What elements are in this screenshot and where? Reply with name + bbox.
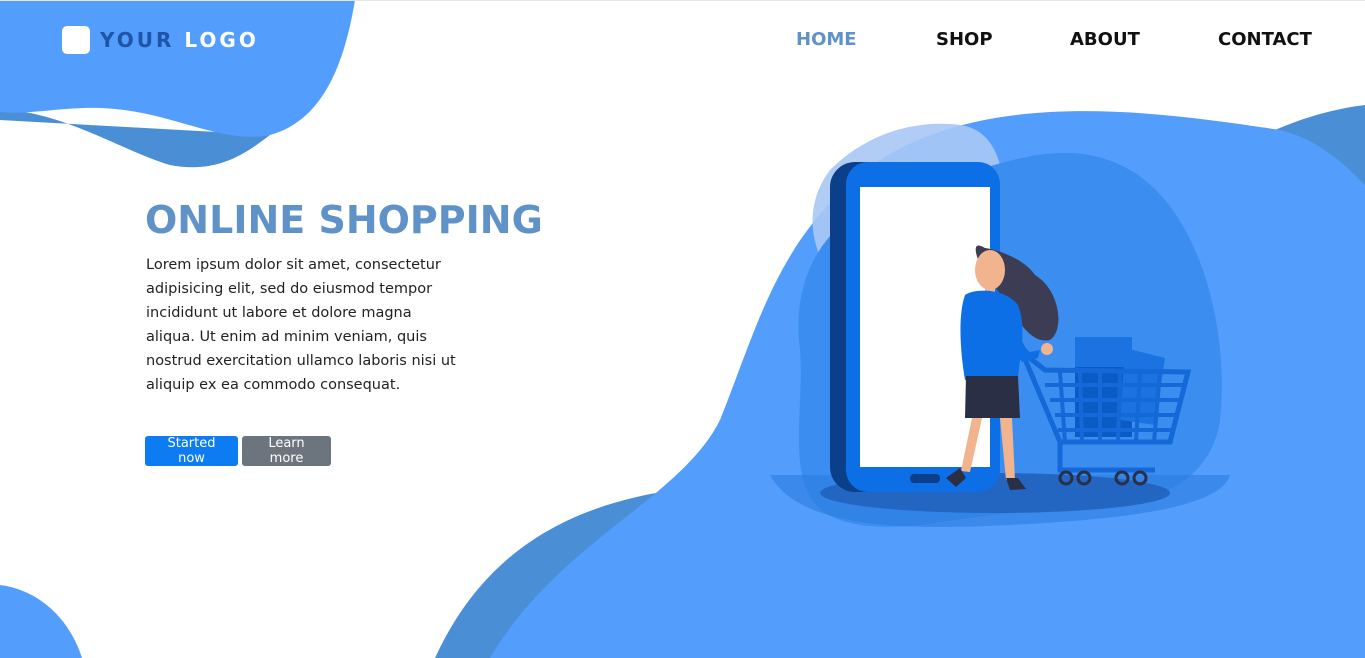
bottom-left-blob <box>0 585 82 658</box>
top-left-blob <box>0 0 355 137</box>
nav-about[interactable]: ABOUT <box>1070 29 1140 50</box>
learn-more-button[interactable]: Learn more <box>242 436 331 466</box>
hero-description: Lorem ipsum dolor sit amet, consectetur … <box>146 257 456 393</box>
logo-word-1: YOUR <box>100 28 175 52</box>
nav-contact[interactable]: CONTACT <box>1218 29 1312 50</box>
shopping-illustration <box>770 123 1230 528</box>
started-now-button[interactable]: Started now <box>145 436 238 466</box>
top-border <box>0 0 1365 1</box>
logo[interactable]: YOUR LOGO <box>62 26 259 54</box>
logo-word-2: LOGO <box>184 28 259 52</box>
logo-mark-icon <box>62 26 90 54</box>
nav-home[interactable]: HOME <box>796 29 857 50</box>
phone-home-button <box>910 474 940 483</box>
nav-shop[interactable]: SHOP <box>936 29 993 50</box>
logo-text: YOUR LOGO <box>100 28 259 52</box>
hero-title: ONLINE SHOPPING <box>145 198 543 242</box>
